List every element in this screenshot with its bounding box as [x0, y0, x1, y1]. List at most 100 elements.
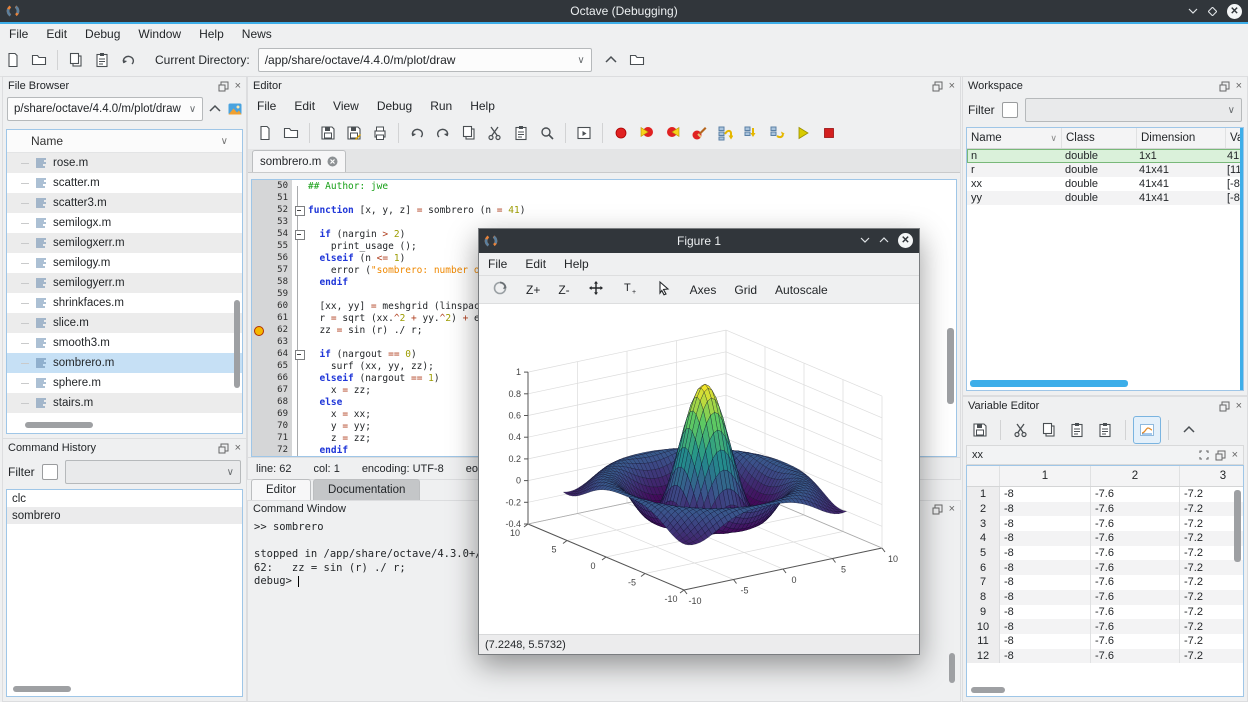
close-panel-icon[interactable]: × [949, 503, 955, 515]
maximize-icon[interactable] [1208, 7, 1217, 16]
autoscale-button[interactable]: Autoscale [768, 281, 835, 299]
previous-breakpoint-button[interactable] [634, 120, 660, 146]
undock-icon[interactable] [932, 504, 943, 515]
insert-text-button[interactable]: T+ [615, 278, 645, 301]
workspace-column-header[interactable]: Name ∨ [967, 128, 1062, 148]
variable-row[interactable]: 10-8-7.6-7.2 [967, 619, 1243, 634]
new-file-button[interactable] [252, 120, 278, 146]
close-tab-icon[interactable] [327, 156, 338, 167]
zoom-in-button[interactable]: Z+ [519, 281, 547, 299]
actions-button[interactable] [227, 98, 243, 120]
close-variable-icon[interactable]: × [1232, 449, 1238, 461]
close-icon[interactable]: ✕ [898, 233, 913, 248]
variable-row[interactable]: 2-8-7.6-7.2 [967, 502, 1243, 517]
plot-button[interactable] [1133, 416, 1161, 444]
undock-icon[interactable] [1219, 81, 1230, 92]
variable-row[interactable]: 3-8-7.6-7.2 [967, 516, 1243, 531]
file-row[interactable]: rose.m [7, 153, 242, 173]
menu-item-help[interactable]: Help [461, 99, 504, 113]
workspace-column-header[interactable]: Dimension [1137, 128, 1226, 148]
step-out-button[interactable] [764, 120, 790, 146]
undo-button[interactable] [115, 47, 141, 73]
menu-item-edit[interactable]: Edit [37, 27, 76, 41]
grid-button[interactable]: Grid [727, 281, 764, 299]
variable-column-header[interactable]: 2 [1091, 466, 1180, 486]
code-line[interactable]: 53 [252, 216, 956, 228]
print-button[interactable] [367, 120, 393, 146]
vertical-scrollbar[interactable] [949, 653, 955, 683]
maximize-icon[interactable] [879, 237, 889, 243]
horizontal-scrollbar[interactable] [971, 687, 1005, 693]
zoom-out-button[interactable]: Z- [551, 281, 576, 299]
workspace-row[interactable]: yydouble41x41[-8, -8, - [967, 191, 1243, 205]
select-button[interactable] [649, 278, 679, 301]
paste-button[interactable] [508, 120, 534, 146]
menu-item-view[interactable]: View [324, 99, 368, 113]
filter-checkbox[interactable] [42, 464, 58, 480]
undock-icon[interactable] [218, 443, 229, 454]
rotate-button[interactable] [485, 278, 515, 301]
dock-icon[interactable] [1199, 450, 1209, 460]
file-browser-path-combo[interactable]: p/share/octave/4.4.0/m/plot/draw ∨ [7, 97, 203, 121]
menu-item-window[interactable]: Window [129, 27, 190, 41]
fold-toggle-icon[interactable] [295, 206, 305, 216]
code-line[interactable]: 52function [x, y, z] = sombrero (n = 41) [252, 204, 956, 216]
horizontal-scrollbar[interactable] [970, 380, 1128, 387]
step-in-button[interactable] [738, 120, 764, 146]
menu-item-edit[interactable]: Edit [516, 257, 555, 271]
file-row[interactable]: smooth3.m [7, 333, 242, 353]
paste-button[interactable] [1064, 417, 1090, 443]
next-breakpoint-button[interactable] [660, 120, 686, 146]
horizontal-scrollbar[interactable] [25, 422, 93, 428]
redo-button[interactable] [430, 120, 456, 146]
close-panel-icon[interactable]: × [1236, 80, 1242, 92]
toggle-breakpoint-button[interactable] [608, 120, 634, 146]
menu-item-edit[interactable]: Edit [285, 99, 324, 113]
variable-row[interactable]: 4-8-7.6-7.2 [967, 531, 1243, 546]
code-line[interactable]: 51 [252, 192, 956, 204]
run-file-button[interactable] [571, 120, 597, 146]
variable-row[interactable]: 1-8-7.6-7.2 [967, 487, 1243, 502]
vertical-scrollbar[interactable] [947, 328, 954, 404]
file-row[interactable]: slice.m [7, 313, 242, 333]
browse-directory-button[interactable] [624, 47, 650, 73]
undock-icon[interactable] [1219, 401, 1230, 412]
file-row[interactable]: scatter3.m [7, 193, 242, 213]
axes-button[interactable]: Axes [683, 281, 724, 299]
vertical-scrollbar[interactable] [234, 300, 240, 388]
tab-editor[interactable]: Editor [251, 479, 311, 500]
variable-column-header[interactable]: 1 [1000, 466, 1091, 486]
figure-window[interactable]: Figure 1 ✕ FileEditHelp Z+ Z- T+ Axes Gr… [478, 228, 920, 655]
minimize-icon[interactable] [1188, 8, 1198, 14]
copy-button[interactable] [1036, 417, 1062, 443]
variable-column-header[interactable] [967, 466, 1000, 486]
menu-item-file[interactable]: File [248, 99, 285, 113]
variable-row[interactable]: 8-8-7.6-7.2 [967, 590, 1243, 605]
main-titlebar[interactable]: Octave (Debugging) ✕ [0, 0, 1248, 22]
workspace-row[interactable]: xxdouble41x41[-8, -7.6 [967, 177, 1243, 191]
menu-item-run[interactable]: Run [421, 99, 461, 113]
cut-button[interactable] [1008, 417, 1034, 443]
workspace-row[interactable]: rdouble41x41[11.314 [967, 163, 1243, 177]
step-button[interactable] [712, 120, 738, 146]
undock-icon[interactable] [932, 81, 943, 92]
fold-toggle-icon[interactable] [295, 350, 305, 360]
close-icon[interactable]: ✕ [1227, 4, 1242, 19]
vertical-scrollbar[interactable] [1234, 490, 1241, 562]
close-panel-icon[interactable]: × [235, 80, 241, 92]
sombrero-surface-plot[interactable]: 10.80.60.40.20-0.2-0.4-10-50510-10-50510 [479, 304, 917, 634]
save-button[interactable] [967, 417, 993, 443]
filter-checkbox[interactable] [1002, 102, 1018, 118]
file-row[interactable]: semilogy.m [7, 253, 242, 273]
copy-button[interactable] [456, 120, 482, 146]
figure-canvas[interactable]: 10.80.60.40.20-0.2-0.4-10-50510-10-50510 [479, 304, 919, 634]
undock-icon[interactable] [1215, 450, 1226, 461]
menu-item-news[interactable]: News [233, 27, 281, 41]
horizontal-scrollbar[interactable] [13, 686, 71, 692]
open-file-button[interactable] [278, 120, 304, 146]
variable-row[interactable]: 7-8-7.6-7.2 [967, 575, 1243, 590]
vertical-scrollbar[interactable] [1240, 128, 1243, 390]
new-script-button[interactable] [0, 47, 26, 73]
undo-button[interactable] [404, 120, 430, 146]
undock-icon[interactable] [218, 81, 229, 92]
